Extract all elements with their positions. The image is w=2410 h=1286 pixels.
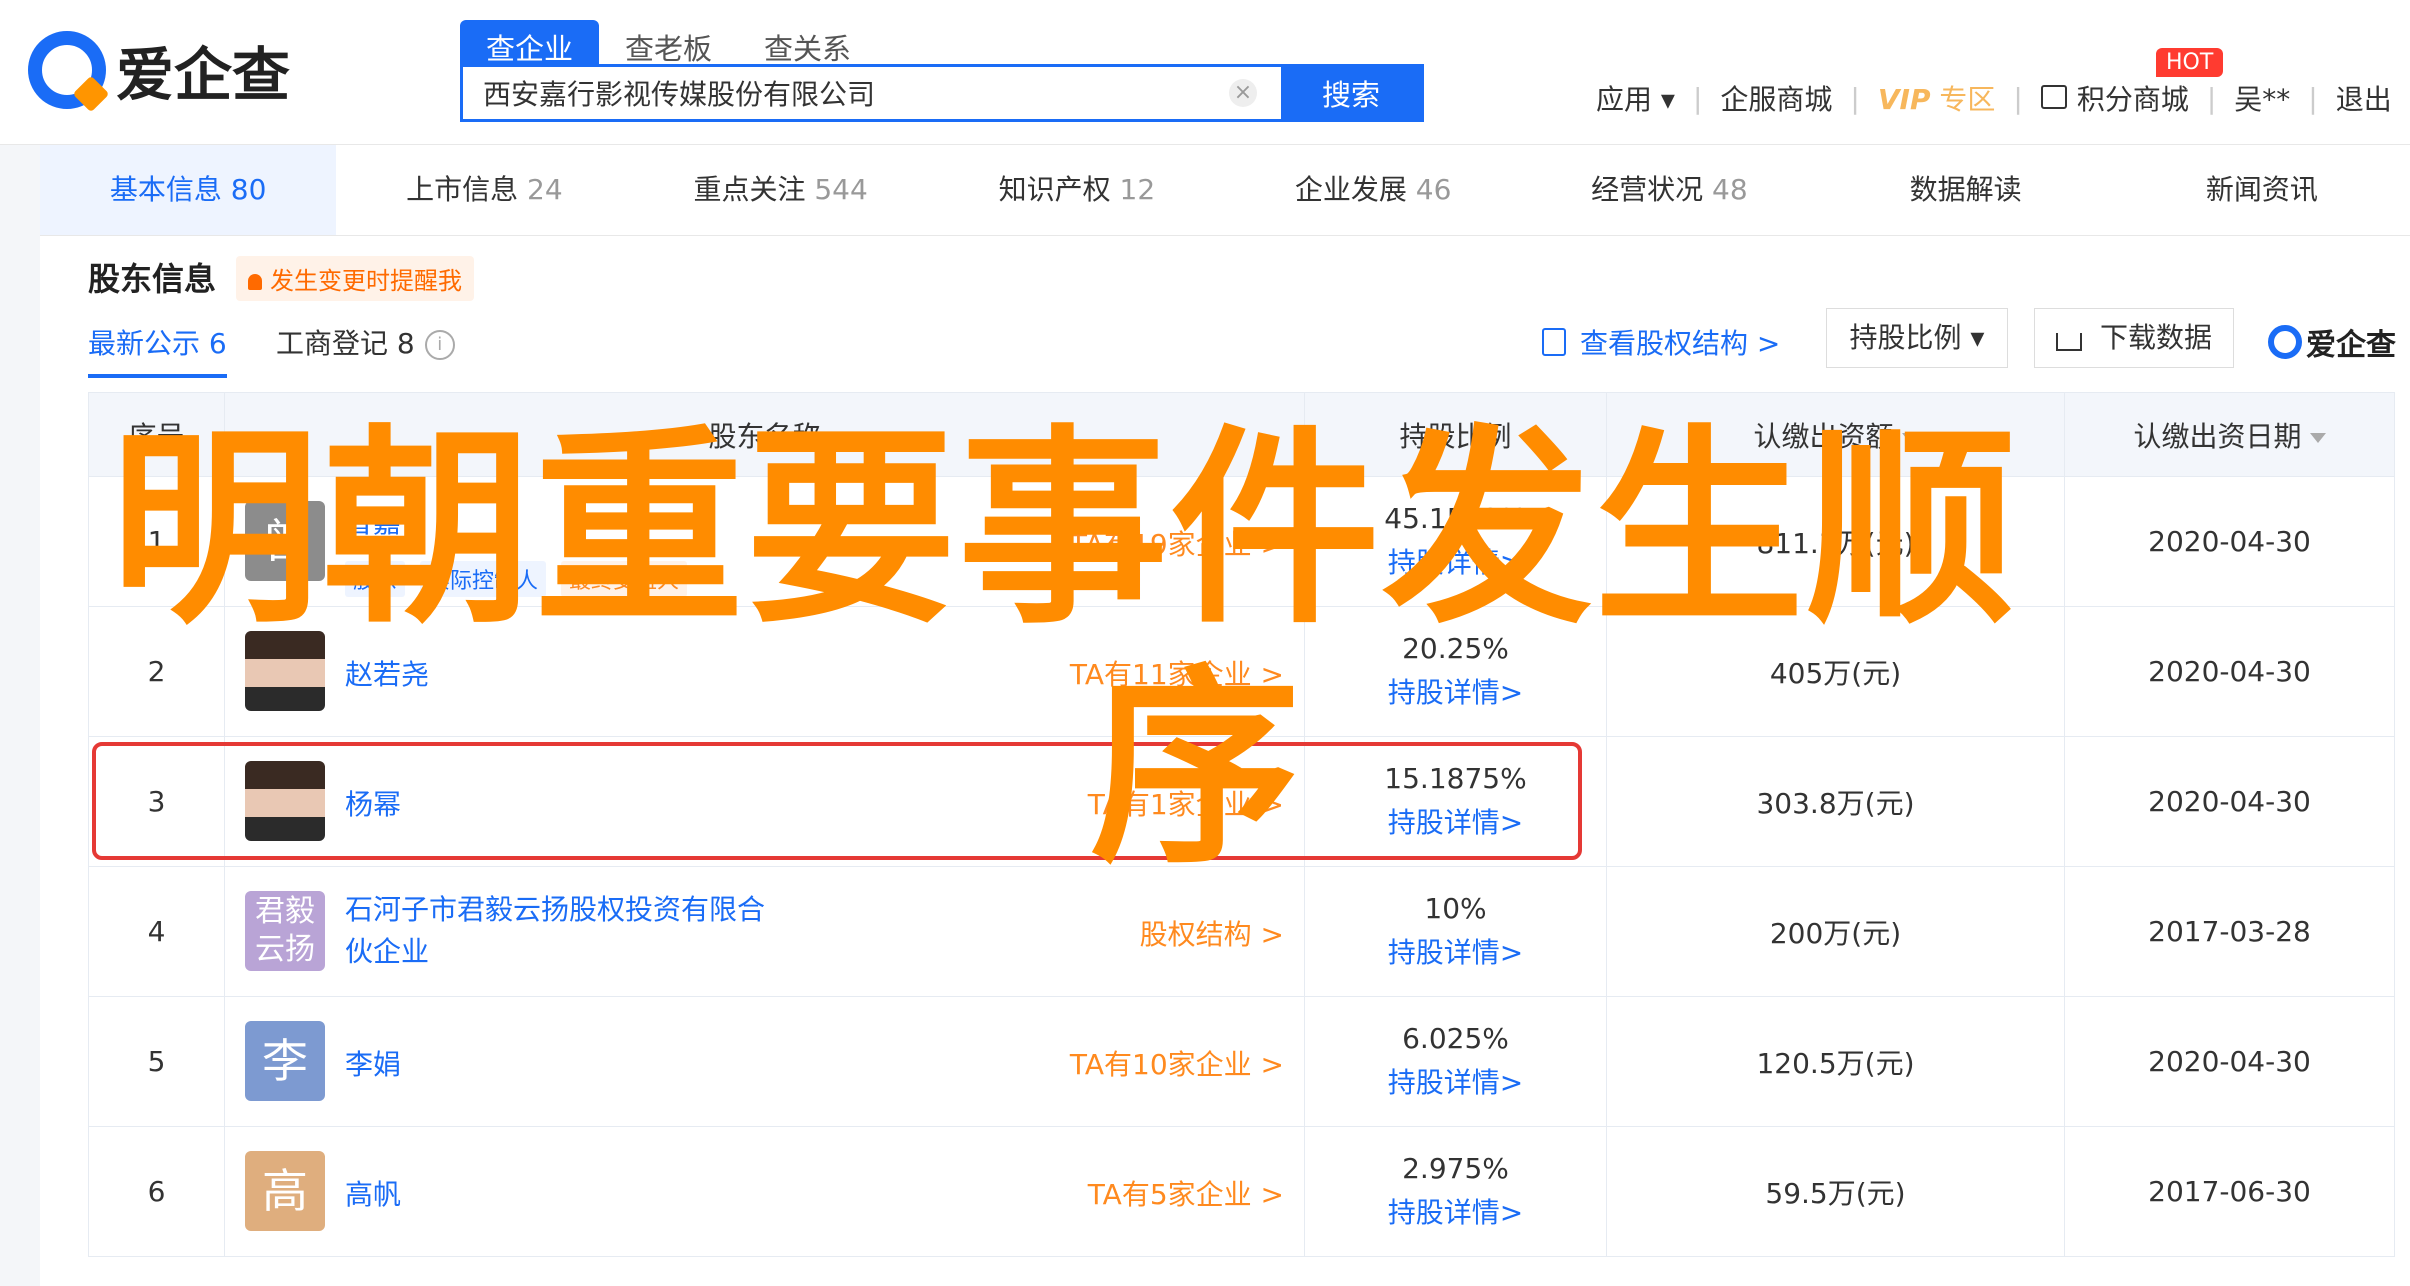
tab-label: 知识产权 xyxy=(998,173,1111,206)
tab-label: 企业发展 xyxy=(1294,173,1407,206)
vip-zone-label: 专区 xyxy=(1939,83,1996,116)
row-no: 6 xyxy=(88,1126,225,1257)
section-title: 股东信息 xyxy=(88,260,217,298)
tab-count: 544 xyxy=(814,173,868,206)
structure-icon xyxy=(1542,328,1566,356)
user-name[interactable]: 吴** xyxy=(2234,78,2290,118)
equity-structure-link[interactable]: 查看股权结构 > xyxy=(1542,322,1780,362)
equity-link-label: 查看股权结构 > xyxy=(1580,327,1781,360)
ratio-cell: 2.975% 持股详情> xyxy=(1304,1126,1607,1257)
hot-badge: HOT xyxy=(2156,48,2224,77)
nav-divider: | xyxy=(1850,81,1860,115)
nav-divider: | xyxy=(1692,81,1703,115)
tab-key-attention[interactable]: 重点关注 544 xyxy=(633,145,929,235)
remind-button[interactable]: 发生变更时提醒我 xyxy=(236,256,474,301)
watermark-logo: 爱企查 xyxy=(2268,320,2396,364)
name-cell: 李 李娟 TA有10家企业 > xyxy=(224,996,1305,1127)
ratio-cell: 6.025% 持股详情> xyxy=(1304,996,1607,1127)
download-button[interactable]: 下载数据 xyxy=(2034,308,2234,368)
subtab-label: 最新公示 xyxy=(88,327,201,360)
holding-detail-link[interactable]: 持股详情> xyxy=(1306,1061,1605,1101)
ratio-value: 2.975% xyxy=(1402,1152,1509,1185)
brand-name: 爱企查 xyxy=(2306,328,2396,363)
ratio-select[interactable]: 持股比例 ▾ xyxy=(1826,308,2008,368)
nav-divider: | xyxy=(2206,81,2217,115)
subtab-label: 工商登记 xyxy=(276,327,389,360)
tab-news[interactable]: 新闻资讯 xyxy=(2114,145,2410,235)
date-cell: 2017-06-30 xyxy=(2064,1126,2395,1257)
tab-label: 经营状况 xyxy=(1591,173,1704,206)
search-input[interactable] xyxy=(463,67,1229,119)
amount-cell: 59.5万(元) xyxy=(1606,1126,2065,1257)
shareholder-name-link[interactable]: 石河子市君毅云扬股权投资有限合伙企业 xyxy=(345,889,775,973)
tab-operations[interactable]: 经营状况 48 xyxy=(1521,145,1817,235)
row-no: 5 xyxy=(88,996,225,1127)
top-nav: 应用 ▾ | 企服商城 | VIP 专区 | 积分商城 | 吴** | 退出 xyxy=(1596,78,2392,118)
points-mall-label: 积分商城 xyxy=(2076,83,2189,116)
tab-count: 24 xyxy=(527,173,563,206)
tab-basic-info[interactable]: 基本信息 80 xyxy=(40,145,337,235)
download-label: 下载数据 xyxy=(2099,321,2212,354)
overlay-caption: 明朝重要事件发生顺 序 xyxy=(110,410,2410,890)
gift-icon xyxy=(2040,85,2067,109)
tab-label: 新闻资讯 xyxy=(2205,173,2318,206)
top-header: 爱企查 查企业 查老板 查关系 × 搜索 应用 ▾ | 企服商城 | VIP 专… xyxy=(0,0,2410,145)
subtab-count: 6 xyxy=(208,327,227,360)
avatar: 君毅 云扬 xyxy=(245,891,325,971)
points-mall-link[interactable]: 积分商城 xyxy=(2040,78,2189,118)
tab-count: 48 xyxy=(1712,173,1748,206)
related-companies-link[interactable]: TA有5家企业 > xyxy=(1088,1173,1284,1213)
apps-menu[interactable]: 应用 ▾ xyxy=(1596,78,1675,118)
related-companies-link[interactable]: TA有10家企业 > xyxy=(1070,1043,1284,1083)
equity-structure-row-link[interactable]: 股权结构 > xyxy=(1140,913,1284,953)
tab-label: 数据解读 xyxy=(1909,173,2022,206)
tab-data-insight[interactable]: 数据解读 xyxy=(1818,145,2114,235)
overlay-line-1: 明朝重要事件发生顺 xyxy=(110,407,2019,652)
brand-name: 爱企查 xyxy=(116,41,291,109)
tab-count: 46 xyxy=(1415,173,1452,206)
overlay-line-2: 序 xyxy=(1090,647,1303,892)
ratio-value: 6.025% xyxy=(1402,1022,1509,1055)
logo-mark-icon xyxy=(2268,325,2302,359)
avatar: 李 xyxy=(245,1021,325,1101)
tab-label: 基本信息 xyxy=(109,173,222,206)
tab-label: 重点关注 xyxy=(693,173,806,206)
shareholder-name-link[interactable]: 高帆 xyxy=(345,1173,401,1213)
search-button[interactable]: 搜索 xyxy=(1281,67,1421,119)
clear-icon[interactable]: × xyxy=(1229,79,1257,107)
logo-mark-icon xyxy=(28,31,106,109)
info-icon[interactable]: i xyxy=(424,330,455,360)
nav-divider: | xyxy=(2308,81,2318,115)
search-box: × 搜索 xyxy=(460,64,1424,122)
tab-development[interactable]: 企业发展 46 xyxy=(1225,145,1521,235)
download-icon xyxy=(2055,333,2082,351)
brand-logo[interactable]: 爱企查 xyxy=(28,28,290,112)
name-cell: 高 高帆 TA有5家企业 > xyxy=(224,1126,1305,1257)
main-tabs: 基本信息 80 上市信息 24 重点关注 544 知识产权 12 企业发展 46… xyxy=(40,145,2410,236)
amount-cell: 120.5万(元) xyxy=(1606,996,2065,1127)
tab-latest-public[interactable]: 最新公示 6 xyxy=(88,322,227,378)
nav-divider: | xyxy=(2013,81,2023,115)
vip-label: VIP xyxy=(1877,83,1931,116)
tab-label: 上市信息 xyxy=(406,173,519,206)
table-row: 5 李 李娟 TA有10家企业 > 6.025% 持股详情> 120.5万(元) … xyxy=(88,996,2395,1127)
bell-icon xyxy=(248,274,262,290)
tab-business-registration[interactable]: 工商登记 8i xyxy=(276,322,455,362)
tab-listing-info[interactable]: 上市信息 24 xyxy=(336,145,632,235)
table-row: 6 高 高帆 TA有5家企业 > 2.975% 持股详情> 59.5万(元) 20… xyxy=(88,1126,2395,1257)
ratio-value: 10% xyxy=(1424,892,1487,925)
tab-ip[interactable]: 知识产权 12 xyxy=(929,145,1225,235)
tab-count: 80 xyxy=(230,173,267,206)
remind-label: 发生变更时提醒我 xyxy=(270,267,462,295)
mall-link[interactable]: 企服商城 xyxy=(1720,78,1832,118)
avatar: 高 xyxy=(245,1151,325,1231)
vip-zone-link[interactable]: VIP 专区 xyxy=(1878,78,1996,118)
logout-link[interactable]: 退出 xyxy=(2336,78,2392,118)
subtab-count: 8 xyxy=(396,327,415,360)
holding-detail-link[interactable]: 持股详情> xyxy=(1306,931,1605,971)
date-cell: 2020-04-30 xyxy=(2064,996,2395,1127)
holding-detail-link[interactable]: 持股详情> xyxy=(1306,1191,1605,1231)
tab-count: 12 xyxy=(1119,173,1156,206)
shareholder-name-link[interactable]: 李娟 xyxy=(345,1043,401,1083)
